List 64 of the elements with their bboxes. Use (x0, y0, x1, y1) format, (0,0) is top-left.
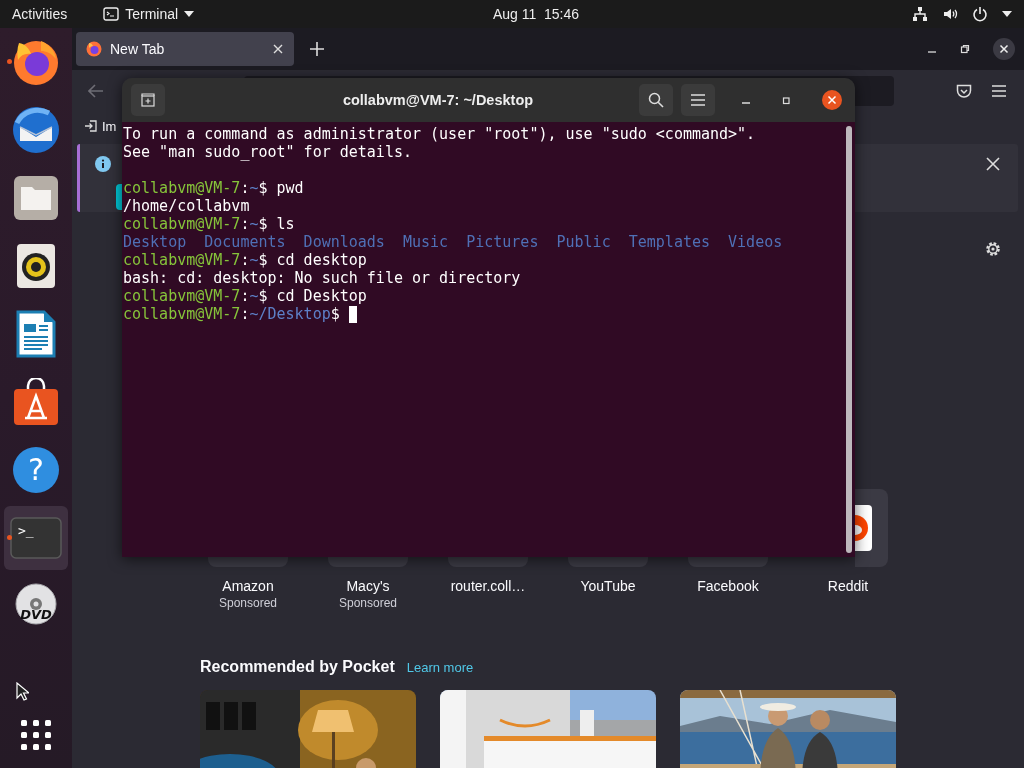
sponsored-label: Sponsored (218, 595, 277, 611)
terminal-line: See "man sudo_root" for details. (123, 143, 412, 161)
site-label[interactable]: Macy's (346, 577, 390, 595)
browser-tab[interactable]: New Tab (76, 32, 294, 66)
settings-icon[interactable] (984, 240, 1002, 258)
site-label[interactable]: router.coll… (450, 577, 526, 595)
menu-icon (691, 94, 705, 106)
terminal-icon (103, 7, 120, 21)
site-label[interactable]: Facebook (697, 577, 759, 595)
back-arrow-icon[interactable] (88, 84, 104, 98)
terminal-line: collabvm@VM-7:~$ ls (123, 215, 295, 233)
maximize-icon[interactable] (782, 95, 792, 105)
terminal-line: /home/collabvm (123, 197, 250, 215)
info-icon (95, 156, 111, 172)
site-tile[interactable] (448, 556, 528, 567)
pointer-icon (16, 682, 29, 701)
site-logo-icon (855, 505, 872, 551)
restore-icon[interactable] (960, 44, 970, 54)
app-grid-icon[interactable] (21, 720, 51, 750)
menu-button[interactable] (681, 84, 715, 116)
site-tile[interactable] (328, 556, 408, 567)
activities-button[interactable]: Activities (12, 6, 68, 22)
power-icon[interactable] (972, 6, 988, 22)
notification-button[interactable] (116, 184, 122, 210)
search-icon (648, 92, 664, 108)
terminal-line: To run a command as administrator (user "root"), use "sudo <command>". (123, 125, 756, 143)
close-icon[interactable] (822, 90, 842, 110)
terminal-line: Desktop Documents Downloads Music Pictures Public Templates Videos (123, 233, 783, 251)
close-icon[interactable] (272, 43, 284, 55)
site-tile[interactable] (568, 556, 648, 567)
terminal-line: bash: cd: desktop: No such file or directory (123, 269, 521, 287)
new-tab-button[interactable] (131, 84, 165, 116)
menu-icon[interactable] (992, 85, 1006, 97)
terminal-line: collabvm@VM-7:~$ pwd (123, 179, 304, 197)
bookmark[interactable]: Im (84, 118, 117, 134)
close-icon[interactable] (985, 156, 1001, 172)
site-tile[interactable] (855, 489, 888, 567)
globe-icon (86, 41, 102, 57)
section-heading: Recommended by Pocket (200, 657, 395, 677)
window-title: collabvm@VM-7: ~/Desktop (341, 92, 535, 108)
site-tile[interactable] (208, 556, 288, 567)
site-label[interactable]: Amazon (222, 577, 274, 595)
terminal-line: collabvm@VM-7:~$ cd Desktop (123, 287, 367, 305)
plus-icon[interactable] (310, 42, 324, 56)
scroll-bar[interactable] (846, 126, 852, 553)
learn-more-link[interactable]: Learn more (406, 660, 474, 675)
sponsored-label: Sponsored (338, 595, 397, 611)
site-label[interactable]: Reddit (827, 577, 869, 595)
terminal-line: collabvm@VM-7:~$ cd desktop (123, 251, 367, 269)
caret-icon[interactable] (1002, 11, 1012, 17)
terminal-icon[interactable]: >_ (4, 506, 68, 570)
volume-icon[interactable] (942, 6, 958, 22)
search-button[interactable] (639, 84, 673, 116)
clock[interactable]: Aug 11 15:46 (444, 6, 580, 22)
close-icon[interactable] (993, 38, 1015, 60)
network-icon[interactable] (912, 6, 928, 22)
terminal-line: collabvm@VM-7:~/Desktop$ (123, 305, 341, 323)
site-label[interactable]: YouTube (580, 577, 636, 595)
new-tab-icon (141, 93, 155, 107)
caret-icon (184, 11, 195, 17)
pocket-icon[interactable] (956, 83, 972, 99)
import-icon (84, 119, 98, 133)
site-tile[interactable] (688, 556, 768, 567)
app-menu-button[interactable]: Terminal (103, 6, 195, 22)
